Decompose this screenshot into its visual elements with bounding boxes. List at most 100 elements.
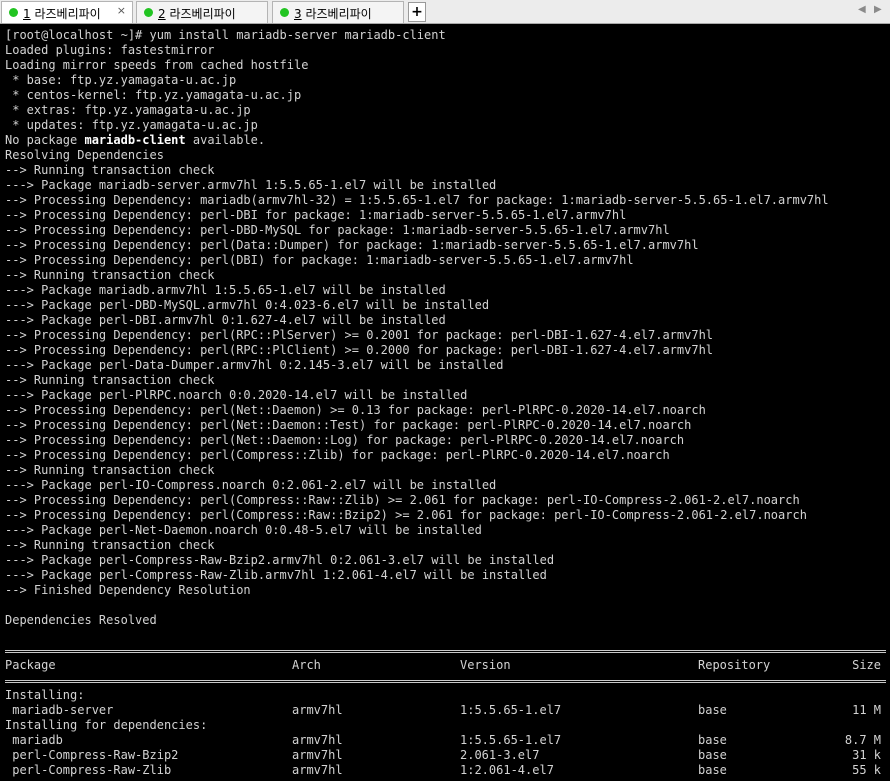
terminal-line: --> Running transaction check bbox=[5, 538, 215, 552]
scroll-tabs-left-icon[interactable]: ◀ bbox=[858, 4, 866, 15]
terminal-line: --> Processing Dependency: perl-DBD-MySQ… bbox=[5, 223, 670, 237]
package-repo: base bbox=[698, 748, 727, 762]
installing-rows: mariadb-server armv7hl 1:5.5.65-1.el7 base 1… bbox=[5, 703, 890, 718]
tab-close-icon[interactable]: × bbox=[117, 4, 126, 17]
tab-number: 1 bbox=[23, 7, 31, 21]
terminal-line: --> Running transaction check bbox=[5, 163, 215, 177]
table-row: mariadb-server armv7hl 1:5.5.65-1.el7 base 1… bbox=[5, 703, 890, 718]
package-version: 1:2.061-4.el7 bbox=[460, 763, 554, 777]
terminal-line: --> Processing Dependency: perl(Compress… bbox=[5, 448, 670, 462]
terminal-line: * updates: ftp.yz.yamagata-u.ac.jp bbox=[5, 118, 258, 132]
terminal-line: * centos-kernel: ftp.yz.yamagata-u.ac.jp bbox=[5, 88, 302, 102]
terminal-line: ---> Package perl-DBD-MySQL.armv7hl 0:4.… bbox=[5, 298, 490, 312]
header-arch: Arch bbox=[292, 658, 321, 672]
package-name: perl-Compress-Raw-Bzip2 bbox=[5, 748, 179, 762]
terminal-line: ---> Package perl-Data-Dumper.armv7hl 0:… bbox=[5, 358, 504, 372]
header-package: Package bbox=[5, 658, 56, 672]
installing-label: Installing: bbox=[5, 688, 85, 702]
package-name: mariadb-server bbox=[5, 703, 114, 717]
tab-2[interactable]: 2 라즈베리파이 bbox=[136, 1, 268, 23]
terminal-line: Loaded plugins: fastestmirror bbox=[5, 43, 215, 57]
new-tab-button[interactable]: + bbox=[408, 2, 426, 22]
table-header-row: Package Arch Version Repository Size bbox=[5, 658, 890, 673]
package-repo: base bbox=[698, 733, 727, 747]
tab-name: 라즈베리파이 bbox=[301, 7, 372, 21]
terminal-line: --> Running transaction check bbox=[5, 268, 215, 282]
package-arch: armv7hl bbox=[292, 748, 343, 762]
package-repo: base bbox=[698, 763, 727, 777]
header-size: Size bbox=[852, 658, 881, 672]
tab-name: 라즈베리파이 bbox=[165, 7, 236, 21]
table-separator bbox=[5, 673, 890, 688]
terminal-line: --> Running transaction check bbox=[5, 463, 215, 477]
terminal-log: Resolving Dependencies --> Running transa… bbox=[5, 148, 890, 598]
table-separator bbox=[5, 643, 890, 658]
terminal-line: --> Processing Dependency: perl(RPC::PlC… bbox=[5, 343, 714, 357]
terminal-line: Loading mirror speeds from cached hostfi… bbox=[5, 58, 309, 72]
package-name: perl-Compress-Raw-Zlib bbox=[5, 763, 172, 777]
terminal-line: ---> Package perl-Net-Daemon.noarch 0:0.… bbox=[5, 523, 482, 537]
table-row: mariadb armv7hl 1:5.5.65-1.el7 base 8.7 M bbox=[5, 733, 890, 748]
package-repo: base bbox=[698, 703, 727, 717]
tab-label: 1 라즈베리파이 bbox=[23, 5, 101, 22]
tab-bar: 1 라즈베리파이 × 2 라즈베리파이 3 라즈베리파이 + ◀ ▶ bbox=[0, 0, 890, 24]
table-row: perl-Compress-Raw-Zlib armv7hl 1:2.061-4.e… bbox=[5, 763, 890, 778]
dependencies-resolved-line: Dependencies Resolved bbox=[5, 613, 157, 627]
tab-3[interactable]: 3 라즈베리파이 bbox=[272, 1, 404, 23]
package-size: 8.7 M bbox=[844, 733, 881, 747]
header-repository: Repository bbox=[698, 658, 771, 672]
terminal-line: ---> Package perl-Compress-Raw-Zlib.armv… bbox=[5, 568, 547, 582]
terminal-line: --> Running transaction check bbox=[5, 373, 215, 387]
terminal-line: ---> Package mariadb.armv7hl 1:5.5.65-1.… bbox=[5, 283, 446, 297]
table-row: perl-Compress-Raw-Bzip2 armv7hl 2.061-3.el… bbox=[5, 748, 890, 763]
dependency-rows: mariadb armv7hl 1:5.5.65-1.el7 base 8.7 M pe… bbox=[5, 733, 890, 778]
package-arch: armv7hl bbox=[292, 703, 343, 717]
terminal-line: --> Processing Dependency: perl(Net::Dae… bbox=[5, 433, 685, 447]
tab-number: 3 bbox=[294, 7, 302, 21]
terminal-line: --> Processing Dependency: perl(Data::Du… bbox=[5, 238, 699, 252]
terminal-line: --> Processing Dependency: perl(Net::Dae… bbox=[5, 418, 692, 432]
terminal-log-top: Loaded plugins: fastestmirror Loading mir… bbox=[5, 43, 890, 133]
package-name: mariadb bbox=[5, 733, 63, 747]
terminal-line: * extras: ftp.yz.yamagata-u.ac.jp bbox=[5, 103, 251, 117]
tab-number: 2 bbox=[158, 7, 166, 21]
package-version: 1:5.5.65-1.el7 bbox=[460, 703, 562, 717]
terminal-line: --> Processing Dependency: perl(RPC::PlS… bbox=[5, 328, 714, 342]
terminal-line: ---> Package perl-IO-Compress.noarch 0:2… bbox=[5, 478, 497, 492]
tab-name: 라즈베리파이 bbox=[30, 7, 101, 21]
package-size: 31 k bbox=[852, 748, 881, 762]
no-package-line: No package mariadb-client available. bbox=[5, 133, 890, 148]
package-version: 2.061-3.el7 bbox=[460, 748, 540, 762]
terminal-line: --> Processing Dependency: perl(DBI) for… bbox=[5, 253, 634, 267]
terminal-line: Resolving Dependencies bbox=[5, 148, 164, 162]
header-version: Version bbox=[460, 658, 511, 672]
terminal-line: --> Processing Dependency: perl-DBI for … bbox=[5, 208, 627, 222]
scroll-tabs-right-icon[interactable]: ▶ bbox=[874, 4, 882, 15]
connected-status-icon bbox=[280, 8, 289, 17]
dependencies-label: Installing for dependencies: bbox=[5, 718, 208, 732]
connected-status-icon bbox=[144, 8, 153, 17]
connected-status-icon bbox=[9, 8, 18, 17]
package-version: 1:5.5.65-1.el7 bbox=[460, 733, 562, 747]
tab-label: 3 라즈베리파이 bbox=[294, 5, 372, 22]
tab-1[interactable]: 1 라즈베리파이 × bbox=[1, 1, 133, 23]
terminal-line: --> Finished Dependency Resolution bbox=[5, 583, 251, 597]
no-package-prefix: No package bbox=[5, 133, 85, 147]
missing-package-name: mariadb-client bbox=[84, 133, 186, 147]
package-arch: armv7hl bbox=[292, 763, 343, 777]
terminal-line: ---> Package mariadb-server.armv7hl 1:5.… bbox=[5, 178, 497, 192]
package-arch: armv7hl bbox=[292, 733, 343, 747]
terminal-line: ---> Package perl-Compress-Raw-Bzip2.arm… bbox=[5, 553, 555, 567]
terminal-line: --> Processing Dependency: mariadb(armv7… bbox=[5, 193, 829, 207]
terminal-line: * base: ftp.yz.yamagata-u.ac.jp bbox=[5, 73, 237, 87]
package-size: 55 k bbox=[852, 763, 881, 777]
package-size: 11 M bbox=[852, 703, 881, 717]
terminal-line: --> Processing Dependency: perl(Compress… bbox=[5, 493, 800, 507]
terminal-output[interactable]: [root@localhost ~]# yum install mariadb-… bbox=[5, 28, 890, 778]
terminal-line: --> Processing Dependency: perl(Compress… bbox=[5, 508, 807, 522]
no-package-suffix: available. bbox=[185, 133, 266, 147]
tab-label: 2 라즈베리파이 bbox=[158, 5, 236, 22]
terminal-line: ---> Package perl-PlRPC.noarch 0:0.2020-… bbox=[5, 388, 468, 402]
